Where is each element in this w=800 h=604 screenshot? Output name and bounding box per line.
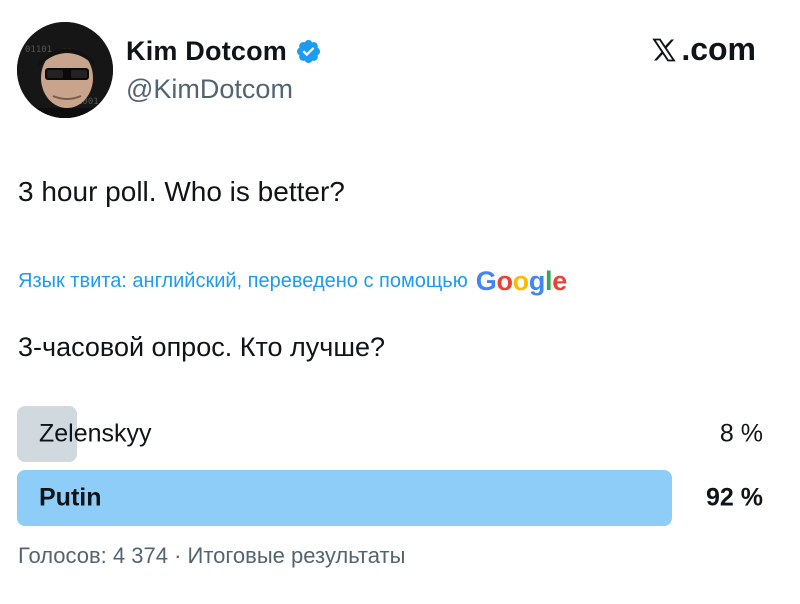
poll-option-label: Putin <box>39 483 102 512</box>
poll-option-zelenskyy: Zelenskyy 8 % <box>17 406 763 462</box>
x-logo-icon <box>652 38 676 61</box>
avatar[interactable]: 01101 1001 <box>17 22 113 118</box>
author-handle[interactable]: @KimDotcom <box>126 74 293 105</box>
poll-option-putin: Putin 92 % <box>17 470 763 526</box>
author-name-row: Kim Dotcom <box>126 36 322 67</box>
verified-badge-icon <box>296 39 321 64</box>
poll-option-label: Zelenskyy <box>39 419 152 448</box>
poll-result-bar <box>17 470 672 526</box>
x-brand: .com <box>650 31 756 68</box>
translated-tweet-text: 3-часовой опрос. Кто лучше? <box>18 332 386 362</box>
svg-text:01101: 01101 <box>25 45 52 55</box>
translation-note[interactable]: Язык твита: английский, переведено с пом… <box>18 270 468 293</box>
poll-option-percent: 8 % <box>719 419 763 448</box>
google-logo: Google <box>475 266 568 296</box>
poll-option-percent: 92 % <box>706 483 763 512</box>
poll: Zelenskyy 8 % Putin 92 % <box>17 406 763 534</box>
author-display-name[interactable]: Kim Dotcom <box>126 36 287 67</box>
brand-domain: .com <box>681 31 756 67</box>
tweet-text: 3 hour poll. Who is better? <box>18 176 345 207</box>
avatar-image: 01101 1001 <box>17 22 113 118</box>
poll-footer: Голосов: 4 374 · Итоговые результаты <box>18 543 406 568</box>
translation-attribution: Язык твита: английский, переведено с пом… <box>18 268 567 295</box>
